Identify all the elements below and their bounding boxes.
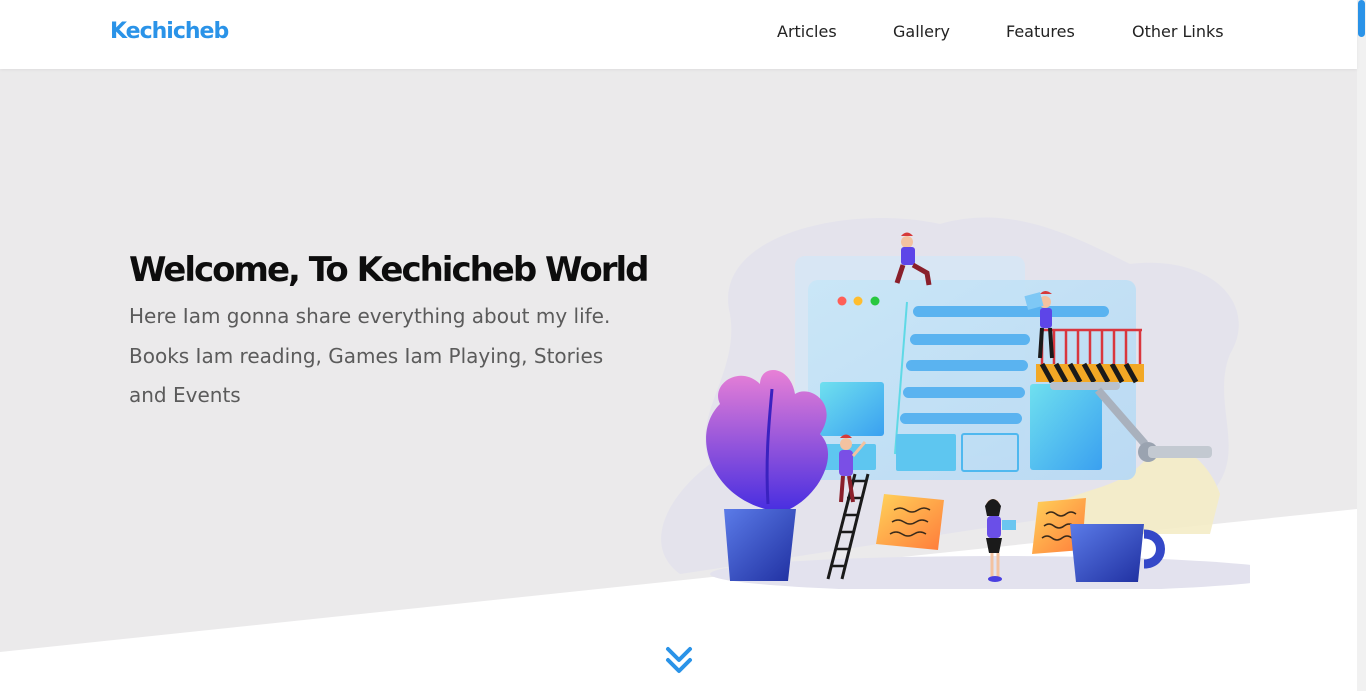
page: Kechicheb Articles Gallery Features Othe…: [0, 0, 1366, 691]
nav-link-gallery[interactable]: Gallery: [893, 22, 950, 41]
vertical-scrollbar[interactable]: [1357, 0, 1366, 691]
chevron-double-down-icon[interactable]: [664, 645, 694, 677]
hero-illustration: [661, 217, 1250, 589]
main-nav: Articles Gallery Features Other Links: [0, 22, 1357, 46]
nav-link-articles[interactable]: Articles: [777, 22, 837, 41]
site-header: Kechicheb Articles Gallery Features Othe…: [0, 0, 1357, 69]
hero-title: Welcome, To Kechicheb World: [129, 250, 649, 290]
hero-section: Welcome, To Kechicheb World Here Iam gon…: [0, 69, 1357, 691]
hero-description: Here Iam gonna share everything about my…: [129, 304, 611, 407]
scrollbar-thumb[interactable]: [1358, 0, 1365, 37]
nav-link-other-links[interactable]: Other Links: [1132, 22, 1224, 41]
nav-link-features[interactable]: Features: [1006, 22, 1075, 41]
